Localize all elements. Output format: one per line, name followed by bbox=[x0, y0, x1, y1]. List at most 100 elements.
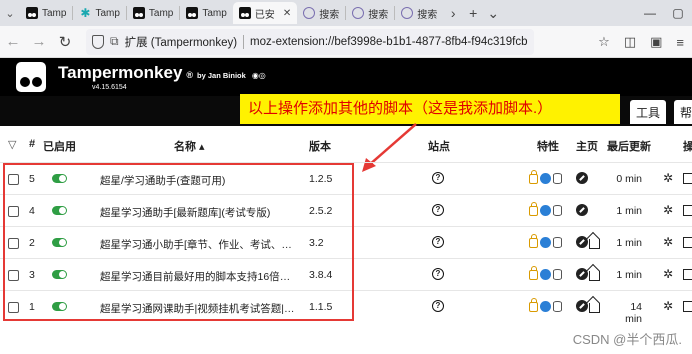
script-name-link[interactable]: 超星/学习通助手(查题可用) bbox=[100, 173, 300, 188]
version-label: v4.15.6154 bbox=[92, 84, 127, 91]
social-links-icon[interactable]: ◉◎ bbox=[252, 71, 266, 80]
column-homepage[interactable]: 主页 bbox=[576, 138, 598, 154]
address-bar[interactable]: ⧉ 扩展 (Tampermonkey) moz-extension://bef3… bbox=[86, 28, 534, 55]
tampermonkey-icon bbox=[132, 7, 145, 19]
tab-scroll-right-icon[interactable]: › bbox=[443, 5, 463, 21]
enabled-toggle[interactable] bbox=[52, 206, 67, 215]
browser-tab[interactable]: ✱ Tamp bbox=[73, 2, 125, 24]
enabled-toggle[interactable] bbox=[52, 270, 67, 279]
row-number: 1 bbox=[29, 301, 35, 313]
column-actions[interactable]: 操 bbox=[683, 138, 692, 154]
list-all-tabs-icon[interactable]: ⌄ bbox=[483, 5, 503, 22]
column-version[interactable]: 版本 bbox=[309, 138, 331, 154]
row-checkbox[interactable] bbox=[8, 206, 19, 217]
table-row: 3 超星学习通目前最好用的脚本支持16倍速，… 3.8.4 ? 1 min ✲ bbox=[0, 258, 692, 290]
homepage-icon[interactable] bbox=[576, 172, 588, 184]
bug-report-icon[interactable]: ✲ bbox=[663, 299, 673, 313]
enabled-toggle[interactable] bbox=[52, 174, 67, 183]
column-number[interactable]: # bbox=[29, 138, 35, 150]
row-checkbox[interactable] bbox=[8, 174, 19, 185]
tab-list-chevron-icon[interactable]: ⌄ bbox=[0, 7, 20, 20]
back-arrow-icon[interactable]: ← bbox=[0, 33, 26, 50]
lock-icon bbox=[529, 170, 538, 184]
house-icon[interactable] bbox=[589, 239, 600, 249]
maximize-icon[interactable]: ▢ bbox=[664, 6, 692, 20]
help-icon[interactable]: ? bbox=[432, 268, 444, 280]
shield-icon[interactable] bbox=[92, 34, 104, 49]
homepage-links bbox=[576, 300, 600, 313]
row-checkbox[interactable] bbox=[8, 270, 19, 281]
enabled-toggle[interactable] bbox=[52, 238, 67, 247]
script-name-link[interactable]: 超星学习通网课助手|视频挂机考试答题|全网… bbox=[100, 301, 300, 316]
browser-tab[interactable]: Tamp bbox=[20, 2, 72, 24]
globe-icon bbox=[540, 301, 551, 312]
enabled-toggle[interactable] bbox=[52, 302, 67, 311]
database-icon bbox=[553, 205, 562, 216]
column-enabled[interactable]: 已启用 bbox=[43, 138, 76, 154]
house-icon[interactable] bbox=[589, 271, 600, 281]
pocket-icon[interactable]: ◫ bbox=[624, 34, 636, 50]
minimize-icon[interactable]: — bbox=[636, 6, 664, 20]
script-version: 3.2 bbox=[309, 237, 324, 249]
script-version: 2.5.2 bbox=[309, 205, 333, 217]
globe-icon bbox=[540, 269, 551, 280]
column-features[interactable]: 特性 bbox=[537, 138, 559, 154]
menu-icon[interactable]: ≡ bbox=[676, 35, 684, 50]
edit-icon[interactable] bbox=[683, 173, 692, 184]
browser-tab[interactable]: Tamp bbox=[180, 2, 232, 24]
database-icon bbox=[553, 301, 562, 312]
bug-report-icon[interactable]: ✲ bbox=[663, 171, 673, 185]
row-checkbox[interactable] bbox=[8, 238, 19, 249]
help-icon[interactable]: ? bbox=[432, 236, 444, 248]
close-tab-icon[interactable]: ✕ bbox=[283, 8, 291, 19]
bug-report-icon[interactable]: ✲ bbox=[663, 203, 673, 217]
tab-label: 搜索 bbox=[319, 9, 340, 21]
edit-icon[interactable] bbox=[683, 205, 692, 216]
tampermonkey-header: Tampermonkey ® by Jan Biniok ◉◎ v4.15.615… bbox=[0, 58, 692, 96]
script-version: 1.1.5 bbox=[309, 301, 333, 313]
last-updated: 1 min bbox=[616, 269, 642, 281]
reload-icon[interactable]: ↻ bbox=[52, 33, 78, 51]
browser-tab-active[interactable]: 已安 ✕ bbox=[232, 2, 298, 24]
homepage-icon[interactable] bbox=[576, 204, 588, 216]
house-icon[interactable] bbox=[589, 303, 600, 313]
homepage-links bbox=[576, 268, 600, 281]
browser-tab[interactable]: Tamp bbox=[127, 2, 179, 24]
edit-icon[interactable] bbox=[683, 301, 692, 312]
tab-label: Tamp bbox=[148, 7, 174, 19]
new-tab-icon[interactable]: + bbox=[463, 5, 483, 21]
row-checkbox[interactable] bbox=[8, 302, 19, 313]
edit-icon[interactable] bbox=[683, 237, 692, 248]
browser-tab[interactable]: 搜索 bbox=[395, 2, 443, 24]
star-icon[interactable]: ☆ bbox=[598, 34, 610, 50]
filter-icon[interactable]: ▽ bbox=[8, 138, 16, 151]
tampermonkey-toolbar-icon[interactable]: ▣ bbox=[650, 34, 662, 50]
help-icon[interactable]: ? bbox=[432, 300, 444, 312]
help-icon[interactable]: ? bbox=[432, 204, 444, 216]
browser-tab[interactable]: 搜索 bbox=[346, 2, 394, 24]
script-name-link[interactable]: 超星学习通目前最好用的脚本支持16倍速，… bbox=[100, 269, 300, 284]
forward-arrow-icon[interactable]: → bbox=[26, 33, 52, 50]
lock-icon bbox=[529, 234, 538, 248]
teal-star-icon: ✱ bbox=[80, 6, 91, 20]
script-version: 1.2.5 bbox=[309, 173, 333, 185]
browser-tab[interactable]: 搜索 bbox=[297, 2, 345, 24]
tab-help[interactable]: 帮 bbox=[674, 100, 692, 124]
globe-icon bbox=[303, 7, 316, 19]
bug-report-icon[interactable]: ✲ bbox=[663, 267, 673, 281]
tab-label: Tamp bbox=[42, 7, 67, 19]
tampermonkey-icon bbox=[26, 7, 38, 19]
column-name[interactable]: 名称 ▴ bbox=[174, 138, 205, 154]
help-icon[interactable]: ? bbox=[432, 172, 444, 184]
url-text[interactable]: moz-extension://bef3998e-b1b1-4877-8fb4-… bbox=[250, 36, 527, 48]
tab-tools[interactable]: 工具 bbox=[630, 100, 667, 124]
edit-icon[interactable] bbox=[683, 269, 692, 280]
column-last-updated[interactable]: 最后更新 bbox=[607, 138, 651, 154]
script-name-link[interactable]: 超星学习通小助手[章节、作业、考试、视频]… bbox=[100, 237, 300, 252]
watermark: CSDN @半个西瓜. bbox=[572, 332, 682, 347]
annotation-callout: 以上操作添加其他的脚本（这是我添加脚本.） bbox=[240, 94, 620, 124]
script-name-link[interactable]: 超星学习通助手[最新题库](考试专版) bbox=[100, 205, 300, 220]
puzzle-icon: ⧉ bbox=[110, 34, 119, 48]
column-site[interactable]: 站点 bbox=[428, 138, 450, 154]
bug-report-icon[interactable]: ✲ bbox=[663, 235, 673, 249]
